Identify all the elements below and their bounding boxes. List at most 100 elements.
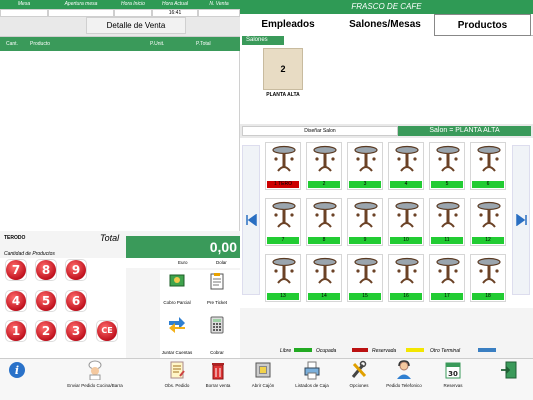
col-hora-inicio: Hora Inicio [114,0,152,9]
tab-productos[interactable]: Productos [434,14,531,36]
table-cell[interactable]: 6 [470,142,506,190]
table-icon [354,145,378,172]
keypad-key-7[interactable]: 7 [5,259,27,281]
tab-empleados[interactable]: Empleados [240,14,336,36]
disenar-salon-button[interactable]: Diseñar Salon [242,126,398,136]
abrir-cajon-label: Abrir Cajón [251,383,275,388]
pedido-telefonico-button[interactable]: Pedido Telefonico [384,358,424,398]
pedido-telefonico-label: Pedido Telefonico [386,383,422,388]
legend-otro-swatch [478,348,496,352]
table-icon [313,145,337,172]
detalle-bar: Detalle de Venta [0,17,240,37]
calendar-icon: 30 [445,362,461,379]
table-label: 3 [349,181,381,188]
legend-libre-swatch [294,348,312,352]
table-cell[interactable]: 9 [347,198,383,246]
keypad-key-4[interactable]: 4 [5,290,27,312]
keypad-key-5[interactable]: 5 [35,290,57,312]
phone-user-icon [397,360,411,379]
keypad-key-6[interactable]: 6 [65,290,87,312]
hora-actual-value: 16:41 [152,9,198,17]
salon-tile[interactable]: 2 [263,48,303,90]
cobro-parcial-label: Cobro Parcial [163,300,191,305]
keypad-key-label: 4 [6,291,26,311]
table-label: 9 [349,237,381,244]
cobrar-label: Cobrar [210,350,224,355]
table-icon [436,145,460,172]
scroll-left[interactable] [242,145,260,295]
table-cell[interactable]: 14 [306,254,342,302]
next-arrow-icon [516,214,527,226]
keypad-key-8[interactable]: 8 [35,259,57,281]
svg-text:i: i [15,364,19,377]
table-cell[interactable]: 17 [429,254,465,302]
pre-ticket-icon [210,273,224,290]
table-icon [313,257,337,284]
table-cell[interactable]: 2 [306,142,342,190]
exit-door-icon [501,361,517,379]
keypad-key-9[interactable]: 9 [65,259,87,281]
table-cell[interactable]: 13 [265,254,301,302]
table-cell[interactable]: 3 [347,142,383,190]
cash-drawer-icon [255,362,271,378]
legend-libre-label: Libre [280,348,292,354]
tab-salones-mesas[interactable]: Salones/Mesas [336,14,434,36]
keypad-key-label: CE [97,321,117,341]
table-label: 15 [349,293,381,300]
obs-pedido-label: Obs. Pedido [164,383,190,388]
table-cell[interactable]: 12 [470,198,506,246]
table-cell[interactable]: 1 TERO [265,142,301,190]
table-cell[interactable]: 4 [388,142,424,190]
obs-pedido-button[interactable]: Obs. Pedido [162,358,192,398]
exit-button[interactable] [494,358,524,398]
table-label: 14 [308,293,340,300]
info-icon: i [9,362,25,378]
keypad-key-label: 6 [66,291,86,311]
enviar-pedido-button[interactable]: Enviar Pedido Cocina/Barra [60,358,130,398]
apertura-value [48,9,114,17]
col-hora-actual: Hora Actual [152,0,198,9]
app-title: FRASCO DE CAFE [240,0,533,14]
table-icon [436,257,460,284]
n-venta-value [198,9,240,17]
borrar-venta-button[interactable]: Borrar venta [202,358,234,398]
table-icon [354,201,378,228]
keypad-key-3[interactable]: 3 [65,320,87,342]
opciones-button[interactable]: Opciones [344,358,374,398]
cobrar-button[interactable]: Cobrar [205,316,229,356]
table-cell[interactable]: 16 [388,254,424,302]
table-label: 8 [308,237,340,244]
info-button[interactable]: i [2,358,32,398]
table-cell[interactable]: 10 [388,198,424,246]
keypad-key-1[interactable]: 1 [5,320,27,342]
client-name: TERODO [4,235,26,241]
juntar-cuentas-label: Juntar Cuentas [161,350,193,355]
keypad-key-label: 2 [36,321,56,341]
dolar-label: Dolar [216,260,227,265]
keypad-key-label: 5 [36,291,56,311]
tools-icon [351,360,367,378]
col-cant: Cant. [6,41,18,47]
keypad-key-2[interactable]: 2 [35,320,57,342]
hora-inicio-value [114,9,152,17]
reservas-button[interactable]: 30 Reservas [438,358,468,398]
table-cell[interactable]: 7 [265,198,301,246]
scroll-right[interactable] [512,145,530,295]
cobro-parcial-button[interactable]: Cobro Parcial [163,272,191,310]
order-list[interactable] [0,51,240,231]
listados-caja-label: Listados de Caja [295,383,329,388]
partial-payment-icon [169,274,185,287]
table-cell[interactable]: 5 [429,142,465,190]
table-cell[interactable]: 8 [306,198,342,246]
pre-ticket-button[interactable]: Pre Ticket [205,272,229,310]
listados-caja-button[interactable]: Listados de Caja [290,358,334,398]
table-cell[interactable]: 18 [470,254,506,302]
merge-accounts-icon [169,317,185,333]
keypad-clear-button[interactable]: CE [96,320,118,342]
juntar-cuentas-button[interactable]: Juntar Cuentas [162,316,192,356]
table-icon [313,201,337,228]
abrir-cajon-button[interactable]: Abrir Cajón [248,358,278,398]
table-icon [272,201,296,228]
table-cell[interactable]: 15 [347,254,383,302]
table-cell[interactable]: 11 [429,198,465,246]
